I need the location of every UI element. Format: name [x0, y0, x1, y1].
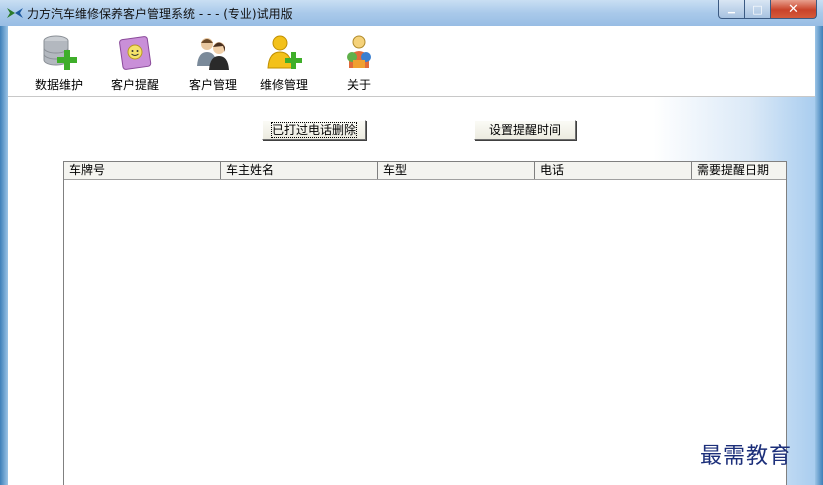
user-add-icon — [267, 35, 302, 69]
database-add-icon — [43, 35, 77, 70]
close-icon: ✕ — [788, 1, 799, 17]
toolbar-data-maintenance[interactable]: 数据维护 — [30, 26, 88, 96]
toolbar-label: 客户提醒 — [110, 78, 159, 92]
column-header-phone[interactable]: 电话 — [535, 162, 692, 179]
window-title: 力方汽车维修保养客户管理系统 - - - (专业)试用版 — [27, 7, 293, 21]
toolbar-label: 数据维护 — [34, 78, 83, 92]
delete-called-label: 已打过电话删除 — [270, 122, 358, 138]
app-logo-icon — [7, 8, 23, 18]
window-frame-right — [815, 26, 823, 485]
minimize-icon: ▁ — [728, 4, 735, 14]
toolbar-label: 维修管理 — [259, 78, 308, 92]
toolbar-label: 客户管理 — [188, 78, 237, 92]
toolbar-customer-management[interactable]: 客户管理 — [184, 26, 242, 96]
maximize-icon: □ — [752, 2, 763, 16]
close-button[interactable]: ✕ — [771, 0, 817, 19]
toolbar: 数据维护 客户提醒 客户管理 维修管理 关于 — [8, 26, 815, 97]
toolbar-repair-management[interactable]: 维修管理 — [255, 26, 313, 96]
toolbar-label: 关于 — [346, 78, 371, 92]
watermark: 最需教育 — [700, 444, 793, 469]
title-bar[interactable]: 力方汽车维修保养客户管理系统 - - - (专业)试用版 ▁ □ ✕ — [0, 0, 823, 26]
column-header-plate[interactable]: 车牌号 — [64, 162, 221, 179]
column-header-reminder-date[interactable]: 需要提醒日期 — [692, 162, 786, 179]
set-reminder-time-label: 设置提醒时间 — [488, 123, 561, 137]
minimize-button[interactable]: ▁ — [718, 0, 745, 19]
toolbar-about[interactable]: 关于 — [330, 26, 388, 96]
delete-called-button[interactable]: 已打过电话删除 — [262, 120, 366, 140]
maximize-button[interactable]: □ — [745, 0, 771, 19]
about-icon — [347, 35, 371, 68]
users-icon — [197, 38, 229, 70]
column-header-owner[interactable]: 车主姓名 — [221, 162, 378, 179]
table-header: 车牌号 车主姓名 车型 电话 需要提醒日期 — [64, 162, 786, 180]
set-reminder-time-button[interactable]: 设置提醒时间 — [474, 120, 576, 140]
toolbar-customer-reminder[interactable]: 客户提醒 — [106, 26, 164, 96]
column-header-model[interactable]: 车型 — [378, 162, 535, 179]
notebook-icon — [119, 36, 152, 70]
window-frame-left — [0, 26, 8, 485]
reminder-table[interactable]: 车牌号 车主姓名 车型 电话 需要提醒日期 — [63, 161, 787, 485]
